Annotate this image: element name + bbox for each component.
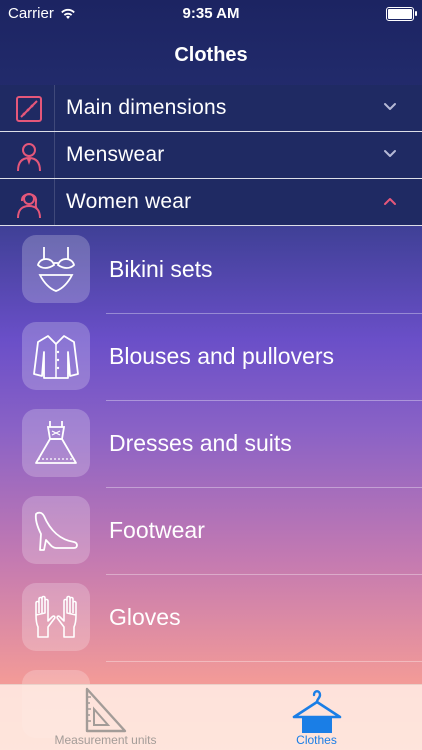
navigation-bar: Clothes [0, 28, 422, 84]
tab-label: Measurement units [54, 733, 157, 747]
tab-measurement-units[interactable]: Measurement units [0, 685, 211, 750]
item-label: Bikini sets [109, 256, 213, 282]
chevron-down-icon [384, 103, 396, 110]
list-item-footwear[interactable]: Footwear [0, 488, 422, 575]
tab-clothes[interactable]: Clothes [211, 685, 422, 750]
page-title: Clothes [174, 44, 248, 66]
section-menswear[interactable]: Menswear [0, 132, 422, 179]
item-label: Blouses and pullovers [109, 343, 335, 369]
high-heel-icon [34, 511, 78, 551]
battery-icon [386, 7, 417, 21]
item-label: Gloves [109, 604, 181, 630]
blouse-icon [33, 335, 79, 379]
section-main-dimensions[interactable]: Main dimensions [0, 85, 422, 132]
list-item-gloves[interactable]: Gloves [0, 575, 422, 662]
item-icon-tile [22, 235, 90, 303]
ruler-pencil-icon [16, 96, 42, 122]
list-item-dresses-and-suits[interactable]: Dresses and suits [0, 401, 422, 488]
bikini-icon [37, 247, 75, 292]
section-divider [54, 132, 55, 178]
chevron-down-icon [384, 150, 396, 157]
man-icon [17, 143, 41, 172]
section-divider [54, 85, 55, 131]
item-label: Dresses and suits [109, 430, 292, 456]
section-label: Women wear [66, 190, 192, 213]
dress-icon [35, 421, 77, 464]
list-item-bikini-sets[interactable]: Bikini sets [0, 227, 422, 314]
status-time: 9:35 AM [182, 5, 240, 22]
section-women-wear[interactable]: Women wear [0, 179, 422, 226]
section-label: Main dimensions [66, 96, 227, 119]
hanger-icon [292, 690, 341, 733]
item-icon-tile [22, 409, 90, 477]
set-square-icon [85, 687, 126, 733]
chevron-up-icon [384, 198, 396, 205]
item-label: Footwear [109, 517, 205, 543]
tab-label: Clothes [296, 733, 337, 747]
gloves-icon [35, 595, 77, 638]
status-bar: Carrier 9:35 AM [0, 0, 422, 28]
list-item-blouses-and-pullovers[interactable]: Blouses and pullovers [0, 314, 422, 401]
section-label: Menswear [66, 143, 165, 166]
tab-bar: Measurement units Clothes [0, 684, 422, 750]
item-icon-tile [22, 496, 90, 564]
item-icon-tile [22, 583, 90, 651]
item-icon-tile [22, 322, 90, 390]
app-screen: Carrier 9:35 AM Clothes Main dimensions [0, 0, 422, 750]
woman-icon [17, 193, 41, 219]
section-divider [54, 179, 55, 225]
